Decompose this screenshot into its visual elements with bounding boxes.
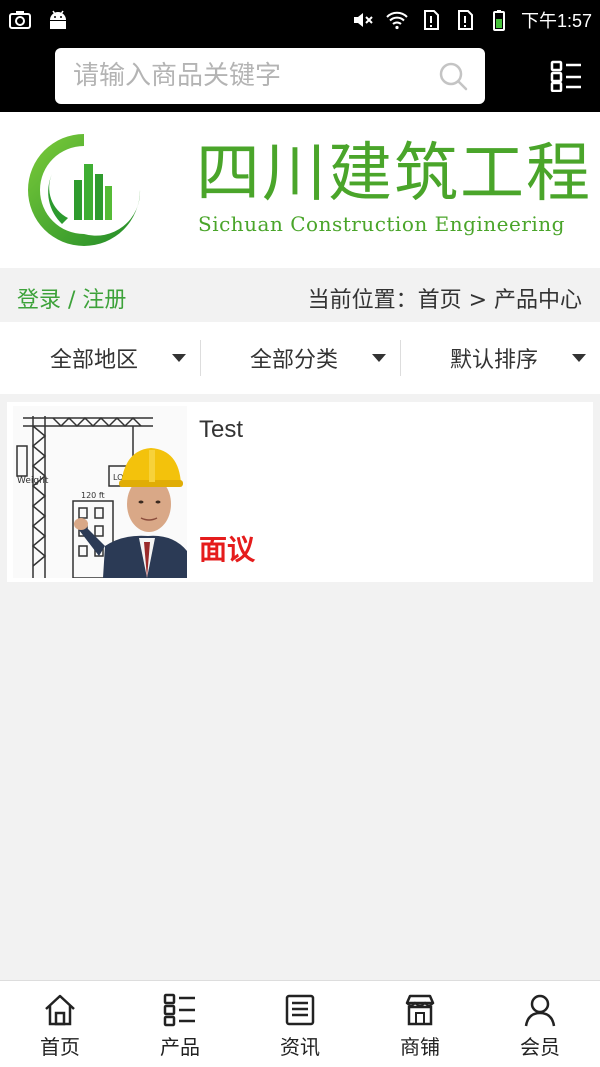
- android-icon: [50, 10, 66, 29]
- sim1-icon: [423, 10, 439, 30]
- nav-label: 首页: [40, 1035, 80, 1059]
- search-input[interactable]: [73, 48, 423, 104]
- nav-item-products[interactable]: 产品: [120, 981, 240, 1067]
- brand-name-en: Sichuan Construction Engineering: [198, 212, 565, 236]
- battery-icon: [492, 10, 505, 31]
- construction-engineer-illustration: Weight LOAD 120 ft: [13, 406, 187, 578]
- caret-down-icon: [572, 354, 586, 362]
- filter-category[interactable]: 全部分类: [200, 322, 400, 394]
- sim2-icon: [457, 10, 473, 30]
- product-price: 面议: [199, 533, 256, 566]
- filter-region[interactable]: 全部地区: [0, 322, 200, 394]
- category-menu-icon[interactable]: [550, 60, 582, 92]
- status-bar: 下午1:57: [0, 0, 600, 40]
- filter-sort[interactable]: 默认排序: [400, 322, 600, 394]
- news-icon: [285, 994, 315, 1026]
- mute-icon: [353, 13, 373, 27]
- company-logo: [28, 134, 141, 246]
- caret-down-icon: [372, 354, 386, 362]
- nav-item-store[interactable]: 商铺: [360, 981, 480, 1067]
- nav-label: 资讯: [280, 1035, 320, 1059]
- register-link[interactable]: 注册: [82, 288, 126, 313]
- filter-bar: 全部地区 全部分类 默认排序: [0, 322, 600, 394]
- search-icon[interactable]: [437, 60, 469, 92]
- member-icon: [524, 994, 556, 1027]
- filter-sort-label: 默认排序: [449, 348, 538, 373]
- nav-item-news[interactable]: 资讯: [240, 981, 360, 1067]
- product-image[interactable]: Weight LOAD 120 ft: [13, 406, 187, 578]
- svg-text:Weight: Weight: [17, 476, 49, 486]
- wifi-icon: [386, 11, 408, 30]
- list-icon: [163, 993, 195, 1027]
- login-link[interactable]: 登录: [17, 288, 61, 313]
- home-icon: [45, 994, 75, 1026]
- filter-category-label: 全部分类: [249, 348, 338, 373]
- caret-down-icon: [172, 354, 186, 362]
- camera-icon: [9, 11, 31, 29]
- nav-label: 商铺: [400, 1035, 440, 1059]
- auth-links: 登录 / 注册: [17, 282, 126, 314]
- bottom-nav: 首页 产品 资讯 商铺 会员: [0, 980, 600, 1067]
- clock: 下午1:57: [520, 11, 592, 31]
- filter-region-label: 全部地区: [49, 348, 138, 373]
- search-box: [55, 48, 485, 104]
- nav-label: 会员: [520, 1035, 560, 1059]
- product-list: Weight LOAD 120 ft Test 面议: [7, 402, 593, 582]
- auth-separator: /: [61, 288, 83, 313]
- product-title[interactable]: Test: [199, 416, 243, 444]
- nav-item-member[interactable]: 会员: [480, 981, 600, 1067]
- breadcrumb: 当前位置：首页 > 产品中心: [307, 288, 582, 313]
- nav-label: 产品: [160, 1035, 200, 1059]
- nav-item-home[interactable]: 首页: [0, 981, 120, 1067]
- brand-name-cn: 四川建筑工程: [196, 137, 592, 211]
- list-item[interactable]: Weight LOAD 120 ft Test 面议: [7, 402, 593, 582]
- store-icon: [405, 994, 435, 1026]
- brand-banner: 四川建筑工程 Sichuan Construction Engineering: [0, 112, 600, 268]
- svg-text:120 ft: 120 ft: [81, 491, 105, 500]
- location-bar: 登录 / 注册 当前位置：首页 > 产品中心: [0, 268, 600, 322]
- search-header: [0, 40, 600, 112]
